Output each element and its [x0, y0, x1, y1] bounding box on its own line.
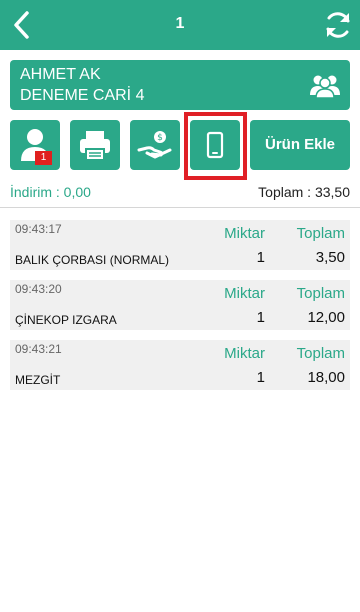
divider: [0, 207, 360, 208]
item-total: 12,00: [307, 309, 345, 326]
item-quantity-header: Miktar: [224, 285, 265, 302]
svg-text:$: $: [157, 133, 163, 143]
printer-icon: [80, 131, 110, 161]
order-item[interactable]: 09:43:20 Miktar Toplam ÇİNEKOP IZGARA 1 …: [10, 280, 350, 330]
customer-account: DENEME CARİ 4: [20, 87, 145, 104]
item-name: BALIK ÇORBASI (NORMAL): [15, 253, 170, 267]
item-total-header: Toplam: [296, 285, 345, 302]
refresh-icon[interactable]: [322, 9, 354, 41]
cash-hand-icon: $: [137, 131, 172, 159]
item-time: 09:43:21: [15, 342, 62, 356]
item-quantity: 1: [256, 369, 265, 386]
item-quantity-header: Miktar: [224, 225, 265, 242]
print-button[interactable]: [70, 120, 120, 170]
payment-button[interactable]: $: [130, 120, 180, 170]
app-header: 1: [0, 0, 360, 50]
item-name: ÇİNEKOP IZGARA: [15, 313, 117, 327]
item-quantity: 1: [256, 249, 265, 266]
mobile-phone-icon: [206, 131, 224, 159]
customer-name: AHMET AK: [20, 66, 101, 83]
item-time: 09:43:20: [15, 282, 62, 296]
chevron-left-icon[interactable]: [8, 9, 36, 41]
total-text: Toplam : 33,50: [258, 184, 350, 200]
mobile-button[interactable]: [190, 120, 240, 170]
discount-text: İndirim : 0,00: [10, 184, 91, 200]
item-time: 09:43:17: [15, 222, 62, 236]
user-badge: 1: [35, 151, 52, 165]
item-total-header: Toplam: [296, 345, 345, 362]
item-quantity: 1: [256, 309, 265, 326]
users-group-icon: [310, 75, 340, 99]
order-item[interactable]: 09:43:17 Miktar Toplam BALIK ÇORBASI (NO…: [10, 220, 350, 270]
order-item[interactable]: 09:43:21 Miktar Toplam MEZGİT 1 18,00: [10, 340, 350, 390]
add-product-button[interactable]: Ürün Ekle: [250, 120, 350, 170]
item-quantity-header: Miktar: [224, 345, 265, 362]
customer-card[interactable]: AHMET AK DENEME CARİ 4: [10, 60, 350, 110]
item-total: 18,00: [307, 369, 345, 386]
customer-select-button[interactable]: 1: [10, 120, 60, 170]
item-total: 3,50: [315, 249, 345, 266]
item-name: MEZGİT: [15, 373, 61, 387]
item-total-header: Toplam: [296, 225, 345, 242]
page-title: 1: [175, 15, 185, 32]
